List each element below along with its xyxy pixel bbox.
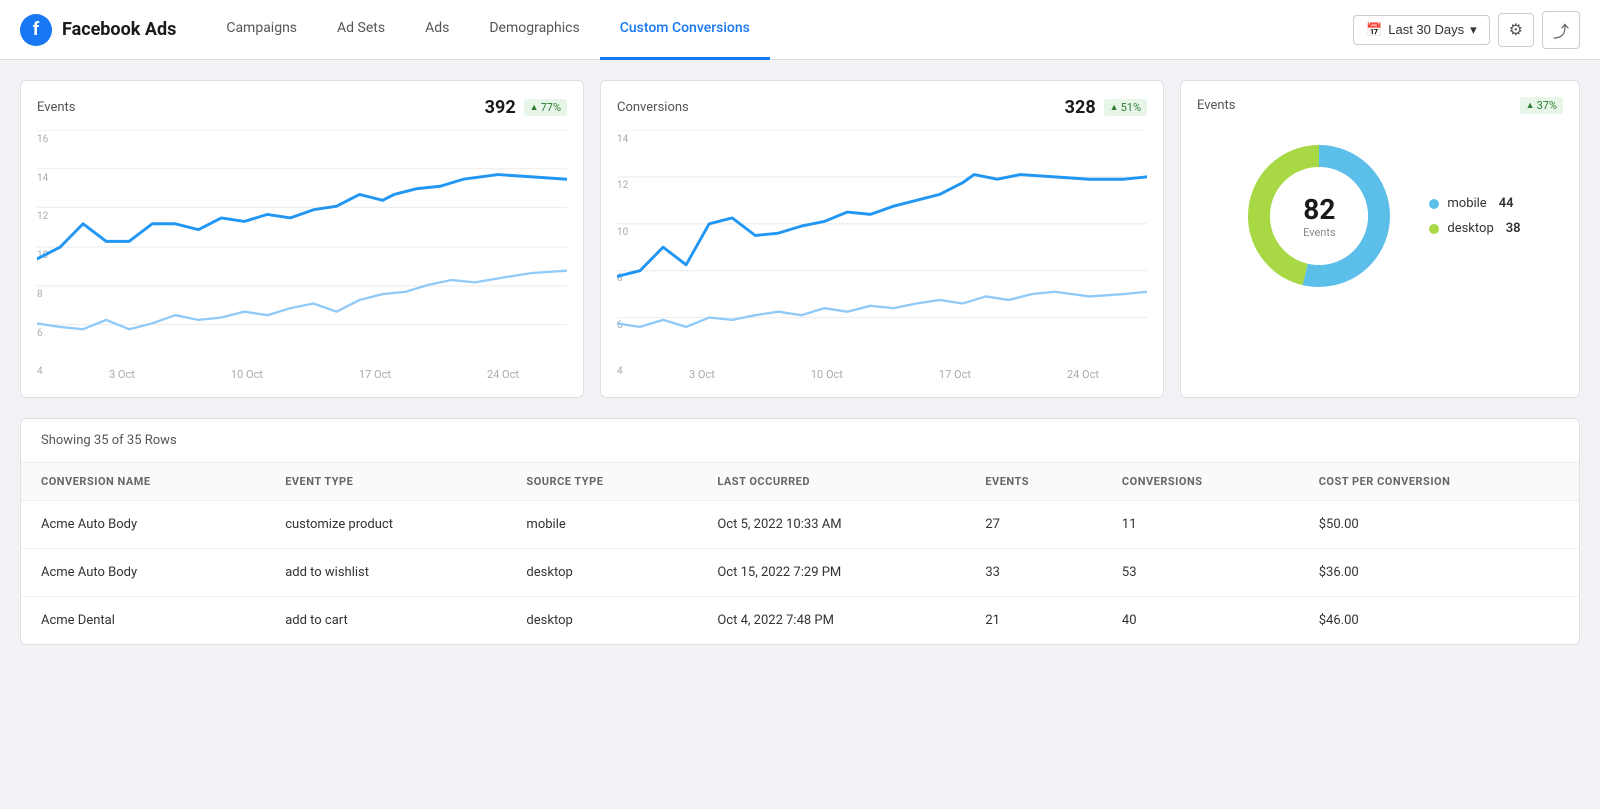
cell-conversions: 40 [1102,597,1299,645]
date-range-label: Last 30 Days [1388,22,1464,37]
table-row: Acme Auto Bodycustomize productmobileOct… [21,501,1579,549]
mobile-dot [1429,199,1439,209]
filter-button[interactable]: ⚙ [1498,13,1534,47]
cell-events: 27 [965,501,1102,549]
conversions-card-stats: 328 51% [1065,97,1147,118]
cell-conversion-name: Acme Dental [21,597,265,645]
donut-chart: 82 Events [1239,136,1399,296]
desktop-label: desktop [1447,221,1493,236]
cell-last-occurred: Oct 15, 2022 7:29 PM [697,549,965,597]
donut-center: 82 Events [1303,193,1336,239]
mobile-label: mobile [1447,196,1486,211]
donut-card-header: Events 37% [1197,97,1563,114]
tab-ad-sets[interactable]: Ad Sets [317,0,405,60]
col-source-type: Source Type [506,463,697,501]
nav-tabs: Campaigns Ad Sets Ads Demographics Custo… [206,0,770,59]
filter-icon: ⚙ [1509,20,1523,40]
events-card-header: Events 392 77% [37,97,567,118]
col-conversion-name: Conversion Name [21,463,265,501]
donut-content: 82 Events mobile 44 desktop 38 [1197,126,1563,296]
header-right: 📅 Last 30 Days ▾ ⚙ ⤴ [1353,11,1580,49]
table-row: Acme Auto Bodyadd to wishlistdesktopOct … [21,549,1579,597]
conversions-total: 328 [1065,97,1096,118]
main-content: Events 392 77% 16141210864 [0,60,1600,665]
donut-card: Events 37% 82 Events [1180,80,1580,398]
table-body: Acme Auto Bodycustomize productmobileOct… [21,501,1579,645]
conversions-x-labels: 3 Oct 10 Oct 17 Oct 24 Oct [617,368,1147,381]
table-row: Acme Dentaladd to cartdesktopOct 4, 2022… [21,597,1579,645]
cell-source-type: mobile [506,501,697,549]
desktop-dot [1429,224,1439,234]
conversions-card-header: Conversions 328 51% [617,97,1147,118]
cell-conversions: 53 [1102,549,1299,597]
desktop-value: 38 [1506,221,1521,236]
cell-cost-per-conversion: $36.00 [1299,549,1579,597]
legend-mobile: mobile 44 [1429,196,1520,211]
donut-card-title: Events [1197,98,1235,113]
cell-cost-per-conversion: $46.00 [1299,597,1579,645]
events-total: 392 [485,97,516,118]
cell-event-type: customize product [265,501,506,549]
col-last-occurred: Last Occurred [697,463,965,501]
cell-cost-per-conversion: $50.00 [1299,501,1579,549]
col-events: Events [965,463,1102,501]
cell-events: 33 [965,549,1102,597]
logo-area: f Facebook Ads [20,14,176,46]
cell-event-type: add to wishlist [265,549,506,597]
events-card-title: Events [37,100,75,115]
share-button[interactable]: ⤴ [1542,11,1580,49]
donut-center-label: Events [1303,226,1336,239]
donut-value: 82 [1303,193,1336,226]
chevron-down-icon: ▾ [1470,22,1477,38]
cell-events: 21 [965,597,1102,645]
tab-campaigns[interactable]: Campaigns [206,0,317,60]
app-title: Facebook Ads [62,19,176,40]
cell-conversion-name: Acme Auto Body [21,501,265,549]
cards-row: Events 392 77% 16141210864 [20,80,1580,398]
tab-ads[interactable]: Ads [405,0,469,60]
tab-custom-conversions[interactable]: Custom Conversions [600,0,770,60]
cell-source-type: desktop [506,597,697,645]
table-card: Showing 35 of 35 Rows Conversion Name Ev… [20,418,1580,645]
table-row-info: Showing 35 of 35 Rows [21,419,1579,463]
conversions-line-chart [617,130,1147,364]
cell-event-type: add to cart [265,597,506,645]
legend-desktop: desktop 38 [1429,221,1520,236]
mobile-value: 44 [1499,196,1514,211]
conversions-card-title: Conversions [617,100,689,115]
col-conversions: Conversions [1102,463,1299,501]
donut-legend: mobile 44 desktop 38 [1429,196,1520,236]
calendar-icon: 📅 [1366,22,1382,38]
events-x-labels: 3 Oct 10 Oct 17 Oct 24 Oct [37,368,567,381]
table-header: Conversion Name Event Type Source Type L… [21,463,1579,501]
conversions-badge: 51% [1104,99,1147,116]
header: f Facebook Ads Campaigns Ad Sets Ads Dem… [0,0,1600,60]
cell-conversions: 11 [1102,501,1299,549]
conversions-chart-container: 141210864 [617,130,1147,381]
tab-demographics[interactable]: Demographics [469,0,599,60]
date-range-button[interactable]: 📅 Last 30 Days ▾ [1353,15,1490,45]
cell-last-occurred: Oct 5, 2022 10:33 AM [697,501,965,549]
events-card-stats: 392 77% [485,97,567,118]
col-cost-per-conversion: Cost Per Conversion [1299,463,1579,501]
conversions-card: Conversions 328 51% 141210864 [600,80,1164,398]
donut-badge: 37% [1520,97,1563,114]
col-event-type: Event Type [265,463,506,501]
events-card: Events 392 77% 16141210864 [20,80,584,398]
share-icon: ⤴ [1553,18,1569,42]
conversions-table: Conversion Name Event Type Source Type L… [21,463,1579,644]
events-badge: 77% [524,99,567,116]
cell-last-occurred: Oct 4, 2022 7:48 PM [697,597,965,645]
events-line-chart [37,130,567,364]
events-chart-container: 16141210864 [37,130,567,381]
facebook-icon: f [20,14,52,46]
cell-conversion-name: Acme Auto Body [21,549,265,597]
cell-source-type: desktop [506,549,697,597]
